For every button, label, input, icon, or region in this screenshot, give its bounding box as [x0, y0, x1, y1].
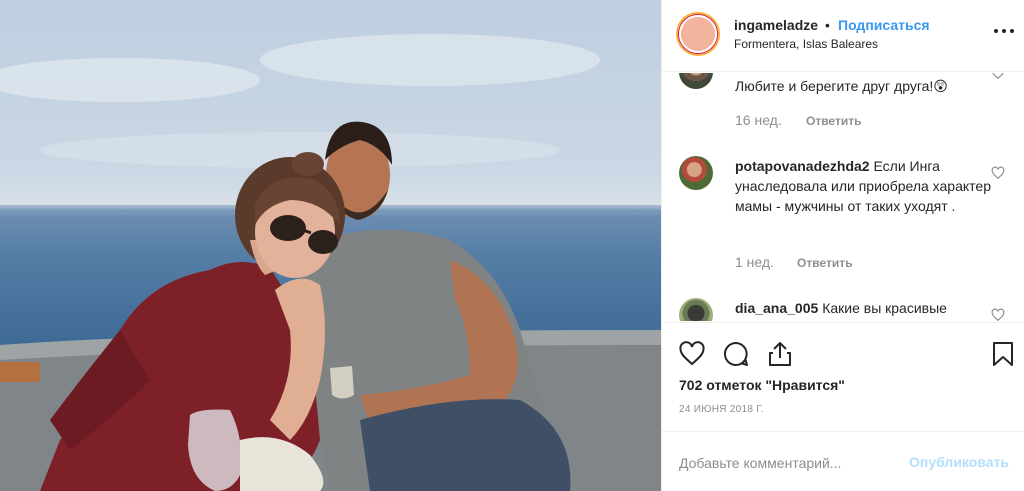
commenter-username[interactable]: dia_ana_005: [735, 300, 818, 316]
add-comment-bar: Опубликовать: [662, 431, 1024, 491]
comment-time[interactable]: 1 нед.: [735, 254, 774, 270]
comment-time[interactable]: 16 нед.: [735, 112, 782, 128]
reply-button[interactable]: Ответить: [797, 256, 852, 270]
like-comment-heart-icon[interactable]: [991, 308, 1005, 321]
more-options-icon[interactable]: [992, 25, 1016, 37]
comment-body: Какие вы красивые: [822, 300, 947, 316]
comments-list[interactable]: Любите и берегите друг друга!😲 16 нед. О…: [662, 73, 1024, 321]
commenter-avatar[interactable]: [679, 156, 713, 190]
comment-input[interactable]: [679, 451, 899, 475]
post-actions: 702 отметок "Нравится" 24 ИЮНЯ 2018 Г.: [662, 322, 1024, 430]
follow-button[interactable]: Подписаться: [838, 17, 930, 33]
bookmark-icon[interactable]: [989, 340, 1017, 368]
commenter-avatar[interactable]: [679, 298, 713, 321]
heart-icon[interactable]: [678, 340, 706, 368]
post-location[interactable]: Formentera, Islas Baleares: [734, 37, 878, 51]
like-comment-heart-icon[interactable]: [991, 166, 1005, 180]
commenter-avatar[interactable]: [679, 73, 713, 89]
author-username[interactable]: ingameladze: [734, 17, 818, 33]
like-comment-heart-icon[interactable]: [991, 73, 1005, 80]
comment-text: dia_ana_005 Какие вы красивые: [735, 298, 991, 318]
comment-text: Любите и берегите друг друга!😲: [735, 76, 991, 96]
publish-button[interactable]: Опубликовать: [909, 454, 1009, 470]
reply-button[interactable]: Ответить: [806, 114, 861, 128]
comment-icon[interactable]: [722, 340, 750, 368]
comment-body: Любите и берегите друг друга!😲: [735, 78, 948, 94]
commenter-username[interactable]: potapovanadezhda2: [735, 158, 870, 174]
likes-count[interactable]: 702 отметок "Нравится": [679, 377, 845, 393]
photo-illustration: [0, 34, 661, 491]
post-photo[interactable]: [0, 0, 661, 491]
post-date[interactable]: 24 ИЮНЯ 2018 Г.: [679, 404, 764, 415]
comment-text: potapovanadezhda2 Если Инга унаследовала…: [735, 156, 991, 216]
post-header: ingameladze • Подписаться Formentera, Is…: [662, 0, 1024, 72]
separator-dot: •: [825, 17, 830, 33]
post-sidebar: ingameladze • Подписаться Formentera, Is…: [661, 0, 1024, 491]
share-icon[interactable]: [766, 340, 794, 368]
avatar[interactable]: [676, 12, 720, 56]
